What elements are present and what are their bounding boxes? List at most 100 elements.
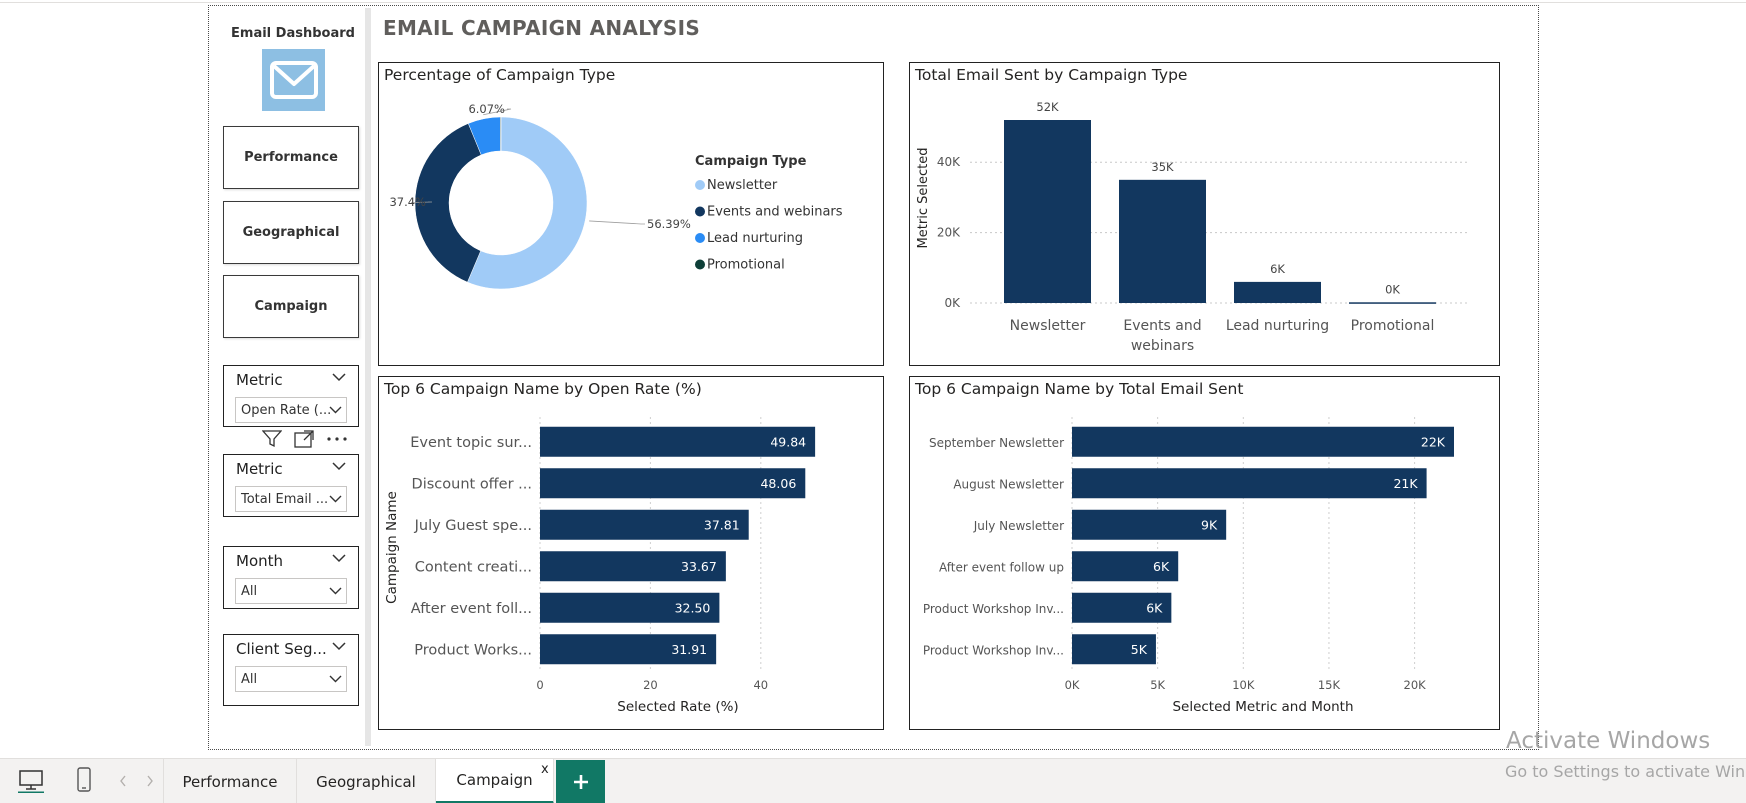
data-label: 33.67 xyxy=(681,559,717,574)
slicer-dropdown[interactable]: All xyxy=(235,666,347,692)
chevron-down-icon[interactable] xyxy=(332,462,346,471)
tab-label: Campaign xyxy=(456,771,533,789)
metric-rate-slicer[interactable]: Metric Open Rate (... xyxy=(223,365,359,427)
data-label: 56.39% xyxy=(647,217,691,231)
legend-marker xyxy=(695,206,705,217)
legend-marker xyxy=(695,180,705,190)
data-label: 5K xyxy=(1131,642,1148,657)
donut-slice xyxy=(499,116,502,152)
nav-performance-button[interactable]: Performance xyxy=(223,126,359,189)
slicer-value: Open Rate (... xyxy=(241,402,332,418)
legend-entry: Promotional xyxy=(707,258,785,273)
column-bar xyxy=(1119,179,1206,303)
chevron-right-icon[interactable] xyxy=(146,775,154,787)
y-tick-label: Product Works... xyxy=(414,642,532,658)
report-view: Email Dashboard Performance Geographical… xyxy=(0,0,1746,803)
data-label: 6.07% xyxy=(468,102,505,116)
column-bar xyxy=(1004,120,1091,303)
slicer-dropdown[interactable]: Total Email ... xyxy=(235,486,347,512)
tab-label: Geographical xyxy=(316,772,416,791)
tab-label: Performance xyxy=(182,772,278,791)
activate-windows-title: Activate Windows xyxy=(1506,728,1711,754)
data-label: 6K xyxy=(1153,559,1170,574)
legend-marker xyxy=(695,259,705,270)
slicer-dropdown[interactable]: All xyxy=(235,578,347,604)
nav-campaign-button[interactable]: Campaign xyxy=(223,275,359,338)
nav-geographical-button[interactable]: Geographical xyxy=(223,201,359,264)
chevron-down-icon xyxy=(329,675,342,683)
client-segment-slicer[interactable]: Client Seg... All xyxy=(223,634,359,706)
legend-title: Campaign Type xyxy=(695,154,807,169)
y-tick-label: After event follow up xyxy=(939,560,1064,574)
more-options-icon[interactable] xyxy=(326,436,348,442)
page-tab-bar: Performance Geographical Campaign x xyxy=(0,758,1746,803)
chevron-down-icon xyxy=(329,406,342,414)
y-tick-label: Discount offer ... xyxy=(412,476,532,492)
dashboard-title: Email Dashboard xyxy=(231,26,355,41)
y-axis-title: Campaign Name xyxy=(384,491,400,604)
slicer-title: Client Seg... xyxy=(236,640,327,658)
y-tick-label: Product Workshop Inv... xyxy=(923,602,1064,616)
x-tick-label: 0 xyxy=(536,678,543,692)
y-tick-label: Product Workshop Inv... xyxy=(923,643,1064,657)
data-label: 22K xyxy=(1421,434,1446,449)
slicer-value: All xyxy=(241,671,258,687)
y-tick-label: July Guest spe... xyxy=(414,518,532,534)
nav-geographical-label: Geographical xyxy=(242,225,340,240)
column-chart-visual[interactable]: Total Email Sent by Campaign Type 0K 20K 4… xyxy=(909,62,1500,366)
slicer-dropdown[interactable]: Open Rate (... xyxy=(235,397,347,423)
ribbon-edge xyxy=(0,0,1746,3)
total-email-bar-chart-visual[interactable]: Top 6 Campaign Name by Total Email Sent … xyxy=(909,376,1500,730)
activate-windows-subtitle: Go to Settings to activate Windows. xyxy=(1505,762,1746,781)
filter-icon[interactable] xyxy=(262,430,282,448)
chevron-left-icon[interactable] xyxy=(119,775,127,787)
chevron-down-icon[interactable] xyxy=(332,373,346,382)
tab-geographical[interactable]: Geographical xyxy=(297,759,436,803)
horizontal-bar xyxy=(1072,468,1427,499)
column-bar xyxy=(1234,281,1321,303)
leader-line xyxy=(589,220,645,225)
data-label: 37.4% xyxy=(389,195,426,209)
data-label: 31.91 xyxy=(671,642,707,657)
data-label: 6K xyxy=(1270,262,1285,276)
tab-performance[interactable]: Performance xyxy=(163,759,297,803)
y-tick-label: After event foll... xyxy=(411,601,532,617)
open-rate-bar-chart: 0 20 40 49.84 Event topic sur... 48.06 Discoun… xyxy=(384,417,816,715)
tab-campaign[interactable]: Campaign xyxy=(436,759,554,803)
slicer-title: Metric xyxy=(236,460,283,478)
x-tick-label: Promotional xyxy=(1351,318,1435,334)
y-tick-label: July Newsletter xyxy=(973,519,1064,533)
x-tick-label: 40 xyxy=(753,678,768,692)
data-label: 52K xyxy=(1036,100,1059,114)
x-tick-label: 0K xyxy=(1065,678,1080,692)
desktop-layout-icon[interactable] xyxy=(18,769,44,793)
data-label: 32.50 xyxy=(675,600,711,615)
month-slicer[interactable]: Month All xyxy=(223,546,359,609)
x-tick-label: 10K xyxy=(1232,678,1255,692)
y-tick-label: Event topic sur... xyxy=(410,435,532,451)
nav-campaign-label: Campaign xyxy=(254,299,328,314)
metric-total-slicer[interactable]: Metric Total Email ... xyxy=(223,454,359,517)
x-tick-label: 20K xyxy=(1404,678,1427,692)
page-title: EMAIL CAMPAIGN ANALYSIS xyxy=(383,16,701,40)
chevron-down-icon[interactable] xyxy=(332,642,346,651)
chevron-down-icon[interactable] xyxy=(332,554,346,563)
y-tick-label: 20K xyxy=(937,226,961,240)
data-label: 0K xyxy=(1385,282,1400,296)
donut-chart-visual[interactable]: Percentage of Campaign Type 56.39% 37.4% 6… xyxy=(378,62,884,366)
nav-performance-label: Performance xyxy=(244,150,338,165)
open-rate-bar-chart-visual[interactable]: Top 6 Campaign Name by Open Rate (%) 0 20… xyxy=(378,376,884,730)
data-label: 37.81 xyxy=(704,517,740,532)
add-page-button[interactable] xyxy=(556,760,605,803)
mobile-layout-icon[interactable] xyxy=(76,767,92,793)
focus-mode-icon[interactable] xyxy=(294,430,314,448)
column-bar xyxy=(1349,302,1436,304)
x-tick-label: 20 xyxy=(643,678,658,692)
slicer-title: Month xyxy=(236,552,284,570)
data-label: 9K xyxy=(1201,517,1218,532)
close-tab-icon[interactable]: x xyxy=(541,762,549,777)
total-email-bar-chart: 0K 5K 10K 15K 20K 22K September Newsletter 21K A… xyxy=(923,417,1454,715)
x-tick-label: Lead nurturing xyxy=(1226,318,1329,334)
x-tick-label: 5K xyxy=(1150,678,1165,692)
y-tick-label: September Newsletter xyxy=(929,436,1064,450)
